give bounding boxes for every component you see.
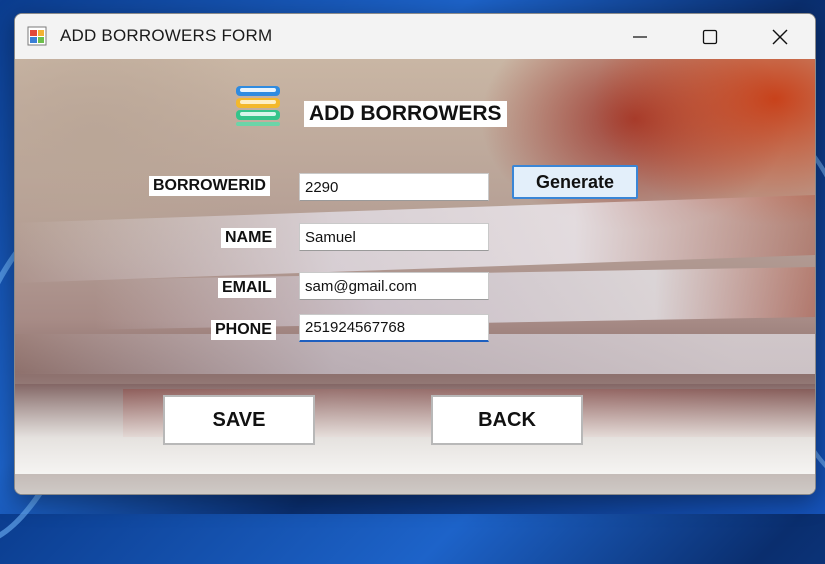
email-label: EMAIL: [218, 278, 276, 298]
name-label: NAME: [221, 228, 277, 248]
minimize-icon: [633, 35, 647, 38]
background-books-base: [15, 384, 815, 474]
window-title: ADD BORROWERS FORM: [60, 26, 273, 45]
close-button[interactable]: [745, 14, 815, 59]
form-client-area: ADD BORROWERS BORROWERID Generate NAME E…: [15, 59, 815, 494]
minimize-button[interactable]: [605, 14, 675, 59]
phone-label: PHONE: [211, 320, 276, 340]
form-header: ADD BORROWERS: [304, 101, 507, 127]
borrowers-form-window: ADD BORROWERS FORM ADD BORROWERS BORROWE…: [14, 13, 816, 495]
title-bar[interactable]: ADD BORROWERS FORM: [15, 14, 815, 59]
back-button[interactable]: BACK: [431, 395, 583, 445]
name-field[interactable]: [299, 223, 489, 251]
maximize-icon: [702, 29, 718, 44]
borrowerid-label: BORROWERID: [149, 176, 270, 196]
form-app-icon: [27, 26, 47, 46]
email-field[interactable]: [299, 272, 489, 300]
maximize-button[interactable]: [675, 14, 745, 59]
books-stack-icon: [236, 86, 280, 126]
save-button[interactable]: SAVE: [163, 395, 315, 445]
close-icon: [772, 29, 788, 44]
borrowerid-field[interactable]: [299, 173, 489, 201]
generate-button[interactable]: Generate: [512, 165, 638, 199]
phone-field[interactable]: [299, 314, 489, 342]
